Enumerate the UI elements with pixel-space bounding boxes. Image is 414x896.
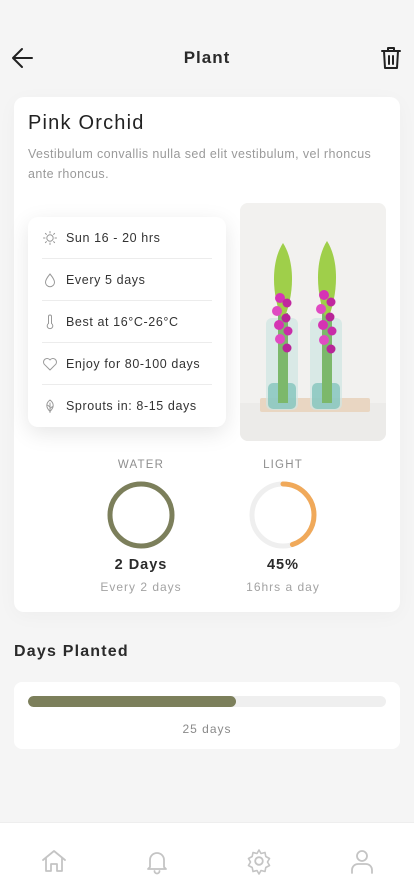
gauge-label: WATER bbox=[117, 459, 165, 471]
gauge-subtext: 16hrs a day bbox=[246, 580, 320, 594]
bottom-tab-bar bbox=[0, 822, 414, 896]
care-info-sprout: Sprouts in: 8-15 days bbox=[42, 385, 212, 427]
days-progress-bar bbox=[28, 696, 386, 707]
days-progress-label: 25 days bbox=[182, 722, 232, 736]
home-icon bbox=[42, 850, 66, 872]
care-info-water: Every 5 days bbox=[42, 259, 212, 301]
care-info-sun: Sun 16 - 20 hrs bbox=[42, 217, 212, 259]
tab-home[interactable] bbox=[40, 847, 68, 875]
days-progress-fill bbox=[28, 696, 236, 707]
sprout-icon bbox=[46, 399, 54, 413]
gauge-value: 2 Days bbox=[114, 557, 168, 573]
tab-notifications[interactable] bbox=[143, 847, 171, 875]
care-info-text: Every 5 days bbox=[66, 272, 146, 287]
page-title: Plant bbox=[183, 48, 231, 67]
days-planted-title: Days Planted bbox=[14, 643, 129, 660]
gauge-label: LIGHT bbox=[263, 459, 303, 471]
care-info-panel: Sun 16 - 20 hrs Every 5 days Best at 16°… bbox=[28, 217, 226, 427]
profile-icon bbox=[351, 850, 373, 874]
care-info-text: Sun 16 - 20 hrs bbox=[66, 230, 161, 245]
trash-icon bbox=[381, 47, 401, 69]
plant-photo bbox=[240, 203, 386, 441]
settings-gear-icon bbox=[247, 849, 271, 875]
top-bar: Plant bbox=[0, 36, 414, 80]
heart-icon bbox=[43, 357, 57, 370]
gauge-subtext: Every 2 days bbox=[100, 580, 182, 594]
care-info-lifespan: Enjoy for 80-100 days bbox=[42, 343, 212, 385]
tab-settings[interactable] bbox=[245, 847, 273, 875]
plant-card: Pink Orchid Vestibulum convallis nulla s… bbox=[14, 97, 400, 612]
care-info-text: Sprouts in: 8-15 days bbox=[66, 399, 197, 413]
light-ring bbox=[249, 481, 317, 549]
thermometer-icon bbox=[46, 314, 54, 329]
water-drop-icon bbox=[44, 272, 56, 287]
plant-description: Vestibulum convallis nulla sed elit vest… bbox=[28, 147, 372, 181]
care-info-temperature: Best at 16°C-26°C bbox=[42, 301, 212, 343]
gauge-value: 45% bbox=[266, 557, 300, 573]
care-info-text: Enjoy for 80-100 days bbox=[66, 356, 201, 371]
care-info-text: Best at 16°C-26°C bbox=[66, 314, 179, 329]
plant-name: Pink Orchid bbox=[28, 112, 145, 134]
bell-icon bbox=[147, 852, 167, 875]
days-planted-card: 25 days bbox=[14, 682, 400, 749]
water-gauge: WATER 2 Days Every 2 days bbox=[81, 459, 201, 594]
tab-profile[interactable] bbox=[348, 847, 376, 875]
water-ring bbox=[107, 481, 175, 549]
sun-icon bbox=[43, 230, 57, 245]
light-gauge: LIGHT 45% 16hrs a day bbox=[223, 459, 343, 594]
delete-button[interactable] bbox=[380, 45, 402, 71]
